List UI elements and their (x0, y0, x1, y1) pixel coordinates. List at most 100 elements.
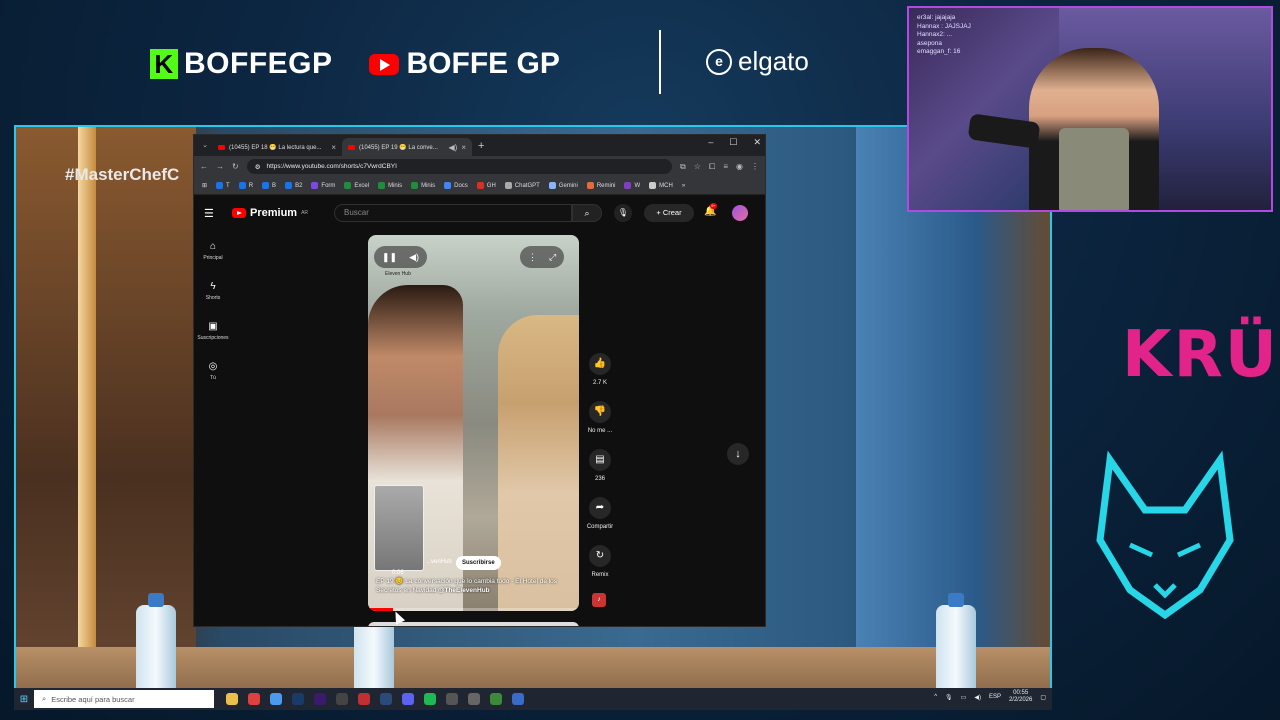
browser-window: ⌄ (10455) EP 18 😁 La lectura que... × (10… (193, 134, 766, 627)
install-icon[interactable]: ⧉ (680, 162, 686, 172)
elgato-logo-icon: e (706, 48, 732, 75)
close-tab-icon[interactable]: × (461, 143, 466, 152)
app-icon[interactable] (512, 693, 524, 705)
clock[interactable]: 00:55 2/2/2026 (1009, 690, 1032, 704)
short-video-player[interactable]: ❚❚ ◀) ⋮ ⤢ Eleven Hub ...venHub Suscribir… (368, 235, 579, 611)
photoshop-icon[interactable] (292, 693, 304, 705)
tray-chevron-icon[interactable]: ^ (934, 694, 937, 700)
hamburger-menu-icon[interactable]: ☰ (204, 207, 220, 220)
pause-icon[interactable]: ❚❚ (382, 252, 397, 263)
maximize-icon[interactable]: ☐ (729, 137, 737, 148)
channel-name[interactable]: ...venHub (426, 559, 452, 565)
bookmark-item[interactable]: B (262, 182, 276, 189)
profile-icon[interactable]: ◉ (736, 162, 743, 171)
forward-icon[interactable]: → (216, 162, 224, 171)
bookmark-item[interactable]: Minis (411, 182, 435, 189)
bookmark-item[interactable]: T (216, 182, 230, 189)
new-tab-icon[interactable]: + (478, 140, 484, 152)
share-button[interactable]: ➦ Compartir (580, 497, 620, 545)
short-description[interactable]: EP 19 😊 La conversación que lo cambia to… (376, 577, 572, 595)
search-button[interactable]: ⌕ (572, 204, 602, 222)
reload-icon[interactable]: ↻ (232, 162, 239, 171)
language-indicator[interactable]: ESP (989, 694, 1001, 700)
bookmark-star-icon[interactable]: ☆ (694, 162, 701, 171)
address-bar[interactable]: ⚙ https://www.youtube.com/shorts/c7VwrdCB… (246, 159, 673, 174)
create-button[interactable]: + Crear (644, 204, 694, 222)
bookmark-label: T (226, 182, 230, 189)
divider (659, 30, 661, 94)
youtube-handle: BOFFE GP (368, 47, 560, 81)
comments-button[interactable]: ▤ 236 (580, 449, 620, 497)
bookmark-item[interactable]: Docs (444, 182, 468, 189)
sound-thumbnail-icon[interactable]: ♪ (592, 593, 606, 607)
obs-icon[interactable] (446, 693, 458, 705)
sidebar-item-subscriptions[interactable]: ▣ Suscripciones (194, 311, 232, 351)
minimize-icon[interactable]: – (708, 137, 713, 148)
subscribe-button[interactable]: Suscribirse (456, 556, 501, 570)
bookmark-item[interactable]: Gemini (548, 182, 578, 189)
bookmark-label: Docs (454, 182, 468, 189)
app-icon[interactable] (490, 693, 502, 705)
spotify-icon[interactable] (424, 693, 436, 705)
next-video-arrow-icon[interactable]: ↓ (727, 443, 749, 465)
bookmark-item[interactable]: Minis (378, 182, 402, 189)
subscriptions-icon: ▣ (208, 321, 218, 332)
bookmark-label: Minis (421, 182, 436, 189)
apps-icon[interactable]: ⊞ (202, 182, 207, 189)
chrome-icon[interactable] (270, 693, 282, 705)
tab-ep19[interactable]: (10455) EP 19 😁 La conve... ◀) × (342, 138, 472, 156)
premiere-icon[interactable] (314, 693, 326, 705)
like-button[interactable]: 👍 2.7 K (580, 353, 620, 401)
file-explorer-icon[interactable] (226, 693, 238, 705)
notifications-icon[interactable]: ▢ (1040, 694, 1046, 701)
sidebar-item-shorts[interactable]: ϟ Shorts (194, 271, 232, 311)
dislike-button[interactable]: 👎 No me ... (580, 401, 620, 449)
voice-search-icon[interactable]: 🎙 (614, 204, 632, 222)
speaker-icon[interactable]: ◀) (449, 143, 458, 152)
bookmark-item[interactable]: Remini (586, 182, 615, 189)
remix-button[interactable]: ↻ Remix (580, 545, 620, 593)
kru-logo: KRÜ (1122, 318, 1279, 392)
mic-tray-icon[interactable]: 🎙 (945, 694, 953, 701)
bookmark-item[interactable]: Form (311, 182, 335, 189)
tab-ep18[interactable]: (10455) EP 18 😁 La lectura que... × (212, 138, 342, 156)
search-input[interactable]: Buscar (334, 204, 572, 222)
discord-icon[interactable] (402, 693, 414, 705)
taskbar-search-input[interactable]: ⌕ Escribe aquí para buscar (34, 690, 214, 708)
terminal-icon[interactable] (336, 693, 348, 705)
volume-icon[interactable]: ◀) (409, 252, 419, 263)
bookmark-item[interactable]: Excel (344, 182, 369, 189)
windows-taskbar: ⊞ ⌕ Escribe aquí para buscar ^ 🎙 ▭ ◀) ESP… (14, 688, 1052, 710)
more-bookmarks-icon[interactable]: » (682, 183, 685, 189)
settings-icon[interactable] (468, 693, 480, 705)
share-icon: ➦ (589, 497, 611, 519)
close-tab-icon[interactable]: × (331, 143, 336, 152)
network-icon[interactable]: ▭ (961, 694, 967, 701)
site-info-icon[interactable]: ⚙ (255, 163, 261, 171)
bookmark-item[interactable]: B2 (285, 182, 302, 189)
bookmark-item[interactable]: MCH (649, 182, 673, 189)
youtube-premium-logo[interactable]: Premium AR (232, 207, 308, 219)
sidebar-item-principal[interactable]: ⌂ Principal (194, 231, 232, 271)
sidebar-item-you[interactable]: ◎ Tú (194, 351, 232, 391)
menu-icon[interactable]: ⋮ (751, 162, 759, 171)
bookmark-item[interactable]: GH (476, 182, 496, 189)
app-icon[interactable] (358, 693, 370, 705)
media-icon[interactable]: ≡ (723, 162, 728, 171)
bookmark-item[interactable]: R (238, 182, 253, 189)
bookmark-item[interactable]: ChatGPT (504, 182, 540, 189)
bookmark-item[interactable]: W (624, 182, 640, 189)
tab-search-icon[interactable]: ⌄ (198, 139, 212, 153)
extensions-icon[interactable]: ⧠ (709, 162, 715, 172)
search-icon: ⌕ (584, 208, 590, 218)
more-options-icon[interactable]: ⋮ (528, 252, 537, 263)
close-window-icon[interactable]: ✕ (753, 137, 761, 148)
fullscreen-icon[interactable]: ⤢ (549, 252, 556, 263)
back-icon[interactable]: ← (200, 162, 208, 171)
channel-thumbnail[interactable] (374, 485, 424, 571)
windows-start-icon[interactable]: ⊞ (14, 694, 34, 705)
volume-tray-icon[interactable]: ◀) (974, 694, 981, 701)
record-app-icon[interactable] (248, 693, 260, 705)
steam-icon[interactable] (380, 693, 392, 705)
avatar[interactable] (732, 205, 748, 221)
